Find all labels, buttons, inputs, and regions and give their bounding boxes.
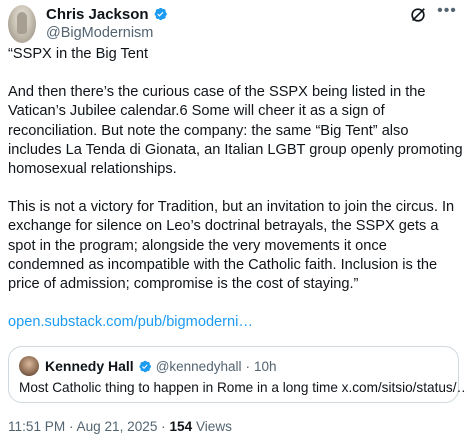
tweet-meta: 11:51 PM · Aug 21, 2025 · 154 Views — [8, 419, 232, 434]
tweet-header: Chris Jackson @BigModernism ••• — [8, 3, 459, 45]
quote-author-name: Kennedy Hall — [45, 358, 134, 374]
views-count: 154 — [169, 419, 193, 434]
author-block[interactable]: Chris Jackson @BigModernism — [46, 5, 168, 41]
verified-badge-icon — [154, 7, 167, 21]
author-name[interactable]: Chris Jackson — [46, 6, 149, 23]
tweet-paragraph-1: And then there’s the curious case of the… — [8, 84, 463, 178]
views-label: Views — [195, 419, 232, 434]
name-row: Chris Jackson — [46, 5, 168, 23]
avatar[interactable] — [8, 5, 36, 43]
verified-badge-icon — [139, 360, 151, 372]
tweet-body: “SSPX in the Big Tent And then there’s t… — [8, 45, 464, 351]
tweet-timestamp[interactable]: 11:51 PM · Aug 21, 2025 · — [8, 419, 166, 434]
quote-text: Most Catholic thing to happen in Rome in… — [19, 380, 467, 395]
tweet: Chris Jackson @BigModernism ••• “SSPX in… — [0, 0, 467, 446]
grok-icon[interactable] — [409, 6, 427, 24]
quote-separator: · — [245, 358, 250, 374]
more-icon[interactable]: ••• — [437, 3, 457, 23]
quote-avatar — [19, 356, 39, 376]
quote-author-handle: @kennedyhall — [155, 358, 242, 374]
author-handle[interactable]: @BigModernism — [46, 25, 168, 41]
tweet-title: “SSPX in the Big Tent — [8, 46, 149, 62]
tweet-link[interactable]: open.substack.com/pub/bigmoderni… — [8, 313, 464, 332]
quote-time: 10h — [253, 358, 277, 374]
quote-header: Kennedy Hall @kennedyhall · 10h — [19, 356, 277, 376]
quoted-tweet[interactable]: Kennedy Hall @kennedyhall · 10h Most Cat… — [8, 346, 467, 403]
tweet-paragraph-2: This is not a victory for Tradition, but… — [8, 199, 455, 293]
